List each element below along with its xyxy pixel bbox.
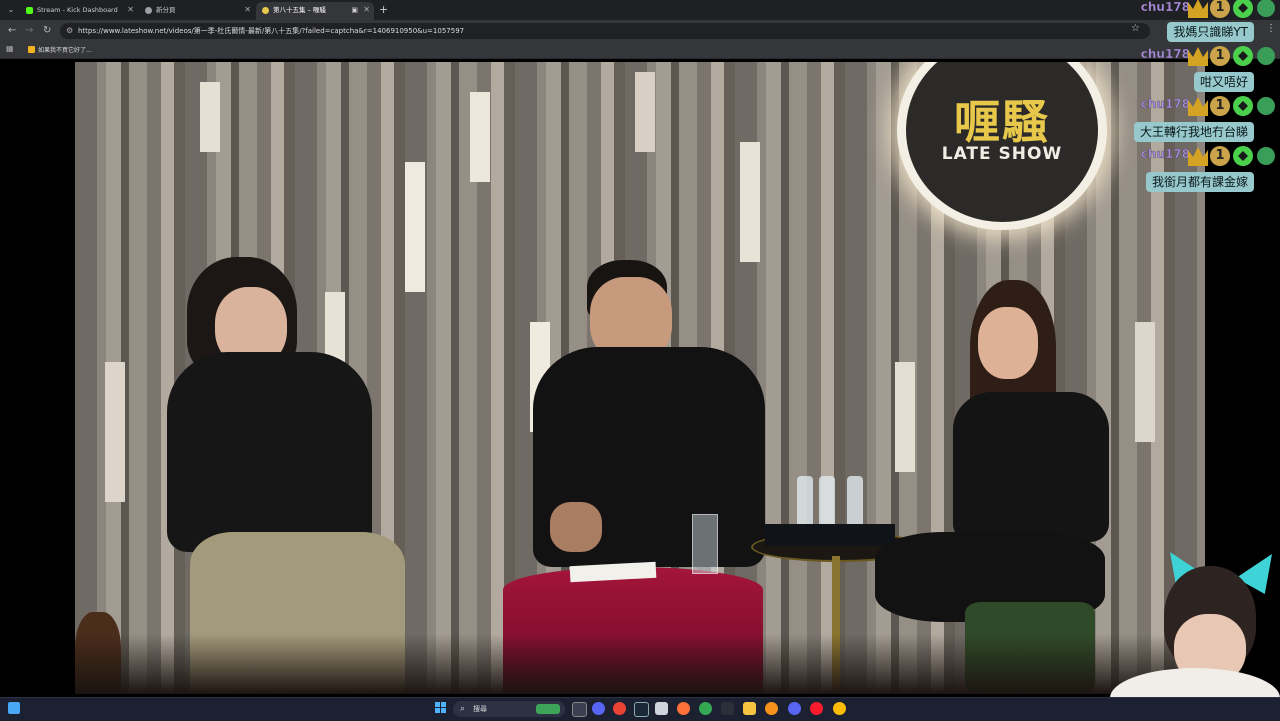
- task-view-icon[interactable]: [572, 702, 587, 717]
- chat-bubble: 我銜月都有課金嫁: [1145, 172, 1254, 192]
- address-bar[interactable]: ⚙ https://www.lateshow.net/videos/第一季-杜氏…: [60, 23, 1150, 39]
- audio-device: [765, 524, 895, 546]
- rank-badge-icon: 1: [1210, 46, 1230, 66]
- wall-plank: [200, 82, 220, 152]
- windows-taskbar: ⌕ 搜尋: [0, 697, 1280, 721]
- chrome-icon[interactable]: [613, 702, 626, 715]
- close-tab-icon[interactable]: ✕: [127, 2, 134, 18]
- bookmarks-bar: ▦ 如果我不買它好了...: [0, 42, 1280, 59]
- crown-badge-icon: [1188, 47, 1208, 66]
- reload-icon[interactable]: ↻: [43, 24, 51, 38]
- bookmark-item[interactable]: 如果我不買它好了...: [28, 45, 92, 54]
- sticker-badge-icon: [1257, 0, 1275, 17]
- taskbar-search-box[interactable]: ⌕ 搜尋: [453, 701, 565, 717]
- guest-left-shirt: [167, 352, 372, 552]
- site-info-icon[interactable]: ⚙: [66, 24, 73, 38]
- forward-icon[interactable]: →: [25, 24, 33, 38]
- mail-icon[interactable]: [655, 702, 668, 715]
- wall-plank: [405, 162, 425, 292]
- tab-new-tab[interactable]: 新分頁 ✕: [139, 2, 255, 20]
- opera-icon[interactable]: [810, 702, 823, 715]
- late-show-sign: 喱騷 LATE SHOW: [897, 62, 1111, 232]
- crown-badge-icon: [1188, 0, 1208, 18]
- browser-toolbar: ← → ↻ ⚙ https://www.lateshow.net/videos/…: [0, 20, 1280, 42]
- url-text[interactable]: https://www.lateshow.net/videos/第一季-杜氏爾情…: [78, 23, 464, 39]
- diamond-badge-icon: [1233, 0, 1253, 18]
- new-tab-button[interactable]: +: [379, 3, 388, 17]
- search-highlight-icon: [536, 704, 560, 714]
- chat-bubble: 我媽只識睇YT: [1167, 22, 1254, 42]
- wall-plank: [470, 92, 490, 182]
- arrow-icon[interactable]: [721, 702, 734, 715]
- crown-badge-icon: [1188, 147, 1208, 166]
- chrome-canary-icon[interactable]: [833, 702, 846, 715]
- sticker-badge-icon: [1257, 97, 1275, 115]
- tab-title: 新分頁: [156, 6, 176, 14]
- lateshow-favicon-icon: [262, 7, 269, 14]
- stream-chat-overlay: chu178 1 我媽只識睇YT chu178 1 咁又唔好 chu178 1 …: [1112, 0, 1280, 200]
- rank-badge-icon: 1: [1210, 96, 1230, 116]
- bookmark-favicon-icon: [28, 46, 35, 53]
- stage-floor-shadow: [75, 634, 1205, 694]
- search-icon: ⌕: [460, 704, 466, 714]
- discord-icon[interactable]: [788, 702, 801, 715]
- sticker-badge-icon: [1257, 147, 1275, 165]
- crown-badge-icon: [1188, 97, 1208, 116]
- chat-username: chu178: [1140, 97, 1191, 111]
- chat-bubble: 大王轉行我地冇台睇: [1133, 122, 1254, 142]
- rank-badge-icon: 1: [1210, 0, 1230, 18]
- tab-audio-icon[interactable]: ▣: [351, 2, 358, 18]
- close-tab-icon[interactable]: ✕: [363, 2, 370, 18]
- video-player[interactable]: 喱騷 LATE SHOW: [75, 62, 1205, 694]
- wall-plank: [1135, 322, 1155, 442]
- apps-grid-icon[interactable]: ▦: [6, 44, 14, 53]
- wall-plank: [740, 142, 760, 262]
- search-label: 搜尋: [473, 705, 487, 713]
- bitcoin-icon[interactable]: [765, 702, 778, 715]
- guest-right-top: [953, 392, 1109, 542]
- folder-icon[interactable]: [743, 702, 756, 715]
- chat-username: chu178: [1140, 0, 1191, 14]
- diamond-badge-icon: [1233, 146, 1253, 166]
- guest-right-face: [978, 307, 1038, 379]
- streamer-webcam: [1110, 548, 1280, 720]
- kick-favicon-icon: [26, 7, 33, 14]
- chrome-alt-icon[interactable]: [699, 702, 712, 715]
- tab-title: 第八十五集 – 喱騷: [273, 6, 326, 14]
- water-glass: [692, 514, 718, 574]
- sign-english-text: LATE SHOW: [941, 144, 1063, 164]
- chat-username: chu178: [1140, 47, 1191, 61]
- tab-search-icon[interactable]: ⌄: [5, 4, 17, 16]
- tab-lateshow[interactable]: 第八十五集 – 喱騷 ▣ ✕: [256, 2, 374, 20]
- globe-icon: [145, 7, 152, 14]
- tab-title: Stream - Kick Dashboard: [37, 6, 118, 14]
- firefox-icon[interactable]: [677, 702, 690, 715]
- back-icon[interactable]: ←: [8, 24, 16, 38]
- diamond-badge-icon: [1233, 46, 1253, 66]
- wall-plank: [105, 362, 125, 502]
- teams-icon[interactable]: [592, 702, 605, 715]
- wall-plank: [635, 72, 655, 152]
- steam-icon[interactable]: [634, 702, 649, 717]
- sign-chinese-text: 喱騷: [954, 95, 1050, 149]
- diamond-badge-icon: [1233, 96, 1253, 116]
- chat-username: chu178: [1140, 147, 1191, 161]
- start-icon[interactable]: [435, 702, 447, 714]
- tab-strip: ⌄ Stream - Kick Dashboard ✕ 新分頁 ✕ 第八十五集 …: [0, 0, 1280, 20]
- host-arm: [550, 502, 602, 552]
- chat-bubble: 咁又唔好: [1193, 72, 1254, 92]
- wall-plank: [895, 362, 915, 472]
- widgets-icon[interactable]: [8, 702, 20, 714]
- bookmark-label: 如果我不買它好了...: [38, 47, 92, 54]
- close-tab-icon[interactable]: ✕: [244, 2, 251, 18]
- tab-kick-dashboard[interactable]: Stream - Kick Dashboard ✕: [20, 2, 138, 20]
- sticker-badge-icon: [1257, 47, 1275, 65]
- rank-badge-icon: 1: [1210, 146, 1230, 166]
